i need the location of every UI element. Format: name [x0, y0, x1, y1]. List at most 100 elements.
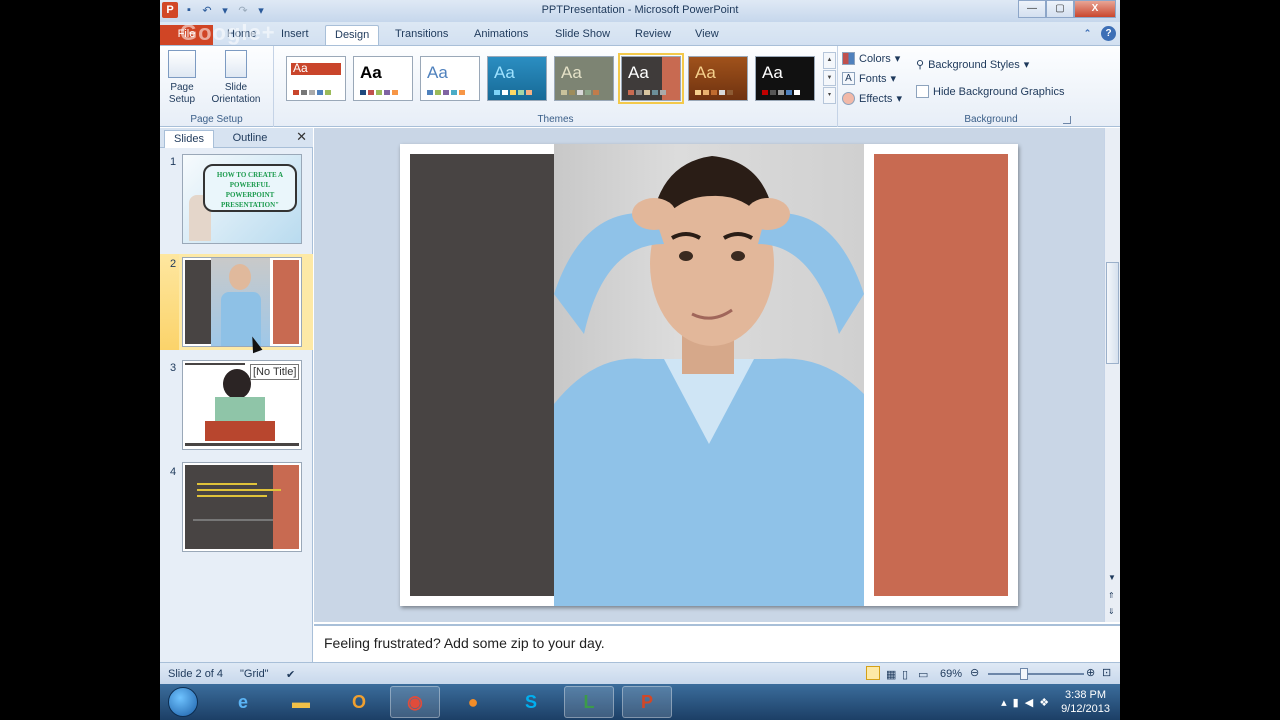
dialog-launcher-icon[interactable] [1063, 116, 1071, 124]
network-icon[interactable]: ▮ [1013, 696, 1019, 709]
tab-outline[interactable]: Outline [220, 130, 280, 148]
ribbon-tabs: File Home Insert Design Transitions Anim… [160, 20, 1120, 46]
file-explorer-icon[interactable]: ▬ [276, 686, 326, 718]
theme-brown[interactable]: Aa [688, 56, 748, 101]
effects-icon [842, 92, 855, 105]
theme-office[interactable]: Aa [286, 56, 346, 101]
time: 3:38 PM [1065, 689, 1107, 701]
effects-button[interactable]: Effects ▾ [842, 92, 902, 105]
theme-grid[interactable]: Aa [618, 53, 684, 104]
title-bar: P ▪ ↶ ▾ ↷ ▾ PPTPresentation - Microsoft … [160, 0, 1120, 22]
tab-transitions[interactable]: Transitions [386, 25, 457, 46]
windows-taskbar: e ▬ O ◉ ● S L P ▴ ▮ ◀ ❖ 3:38 PM 9/12/201… [160, 684, 1120, 720]
slide-count: Slide 2 of 4 [168, 668, 224, 680]
close-pane-icon[interactable]: ✕ [296, 129, 307, 145]
powerpoint-window: P ▪ ↶ ▾ ↷ ▾ PPTPresentation - Microsoft … [160, 0, 1120, 720]
gallery-up-icon[interactable]: ▲ [823, 52, 836, 69]
hide-background-label: Hide Background Graphics [933, 85, 1065, 98]
fonts-icon: A [842, 72, 855, 85]
slide-thumbnail-4[interactable]: 4 [160, 462, 313, 558]
page-setup-label: Page Setup [168, 82, 196, 105]
slide-photo[interactable] [554, 144, 864, 606]
reading-view-icon[interactable]: ▯ [902, 668, 908, 681]
dropbox-icon[interactable]: ❖ [1039, 696, 1049, 709]
theme-name: "Grid" [240, 668, 269, 680]
slide-orientation-button[interactable]: Slide Orientation [204, 50, 268, 106]
outlook-icon[interactable]: O [334, 686, 384, 718]
page-setup-group: Page Setup Slide Orientation Page Setup [160, 46, 274, 127]
tab-design[interactable]: Design [325, 25, 380, 46]
maximize-button[interactable]: ▢ [1046, 0, 1074, 18]
fit-to-window-icon[interactable]: ⊡ [1102, 666, 1111, 679]
theme-sample: Aa [628, 63, 649, 82]
chrome-icon[interactable]: ◉ [390, 686, 440, 718]
zoom-in-icon[interactable]: ⊕ [1086, 666, 1095, 679]
page-setup-button[interactable]: Page Setup [166, 50, 198, 106]
tab-slides[interactable]: Slides [164, 130, 214, 148]
theme-grid-light[interactable]: Aa [420, 56, 480, 101]
slide-2-preview [182, 257, 302, 347]
slide-thumbnail-2[interactable]: 2 [160, 254, 313, 350]
colors-button[interactable]: Colors ▾ [842, 52, 900, 65]
tab-view[interactable]: View [686, 25, 728, 46]
slide-number: 4 [170, 466, 177, 478]
minimize-ribbon-icon[interactable]: ⌃ [1080, 26, 1095, 41]
right-accent-panel [874, 154, 1008, 596]
close-button[interactable]: X [1074, 0, 1116, 18]
scroll-down-icon[interactable]: ▼ [1108, 573, 1116, 582]
scroll-thumb[interactable] [1106, 262, 1119, 364]
spelling-check-icon[interactable]: ✔ [286, 668, 295, 681]
paint-bucket-icon: ⚲ [916, 59, 925, 71]
current-slide[interactable] [400, 144, 1018, 606]
fonts-label: Fonts [859, 72, 887, 85]
pane-tabs: Slides Outline ✕ [160, 128, 313, 148]
theme-sample: Aa [427, 63, 448, 82]
zoom-slider[interactable] [988, 668, 1084, 680]
theme-blue[interactable]: Aa [487, 56, 547, 101]
fonts-button[interactable]: A Fonts ▾ [842, 72, 896, 85]
skype-icon[interactable]: S [506, 686, 556, 718]
vertical-scrollbar[interactable]: ▼ ⇑ ⇓ [1104, 128, 1120, 622]
slide-orientation-label: Slide Orientation [211, 82, 261, 105]
background-styles-button[interactable]: ⚲ Background Styles ▾ [916, 58, 1029, 72]
tab-insert[interactable]: Insert [272, 25, 318, 46]
next-slide-icon[interactable]: ⇓ [1108, 607, 1115, 616]
tab-review[interactable]: Review [626, 25, 680, 46]
internet-explorer-icon[interactable]: e [218, 686, 268, 718]
tab-animations[interactable]: Animations [465, 25, 537, 46]
slide-number: 1 [170, 156, 177, 168]
slide-show-icon[interactable]: ▭ [918, 668, 928, 681]
powerpoint-taskbar-icon[interactable]: P [622, 686, 672, 718]
tray-icon[interactable]: ▴ [1001, 696, 1007, 709]
theme-sample: Aa [360, 63, 382, 82]
gallery-down-icon[interactable]: ▼ [823, 69, 836, 87]
zoom-out-icon[interactable]: ⊖ [970, 666, 979, 679]
gallery-more-icon[interactable]: ▾ [823, 87, 836, 105]
firefox-icon[interactable]: ● [448, 686, 498, 718]
system-tray: ▴ ▮ ◀ ❖ 3:38 PM 9/12/2013 [1001, 684, 1120, 720]
left-dark-panel [410, 154, 554, 596]
slide-number: 3 [170, 362, 177, 374]
tab-slide-show[interactable]: Slide Show [546, 25, 619, 46]
lync-icon[interactable]: L [564, 686, 614, 718]
minimize-button[interactable]: — [1018, 0, 1046, 18]
hide-background-checkbox[interactable]: Hide Background Graphics [916, 85, 1064, 98]
zoom-knob[interactable] [1020, 668, 1028, 680]
effects-label: Effects [859, 92, 893, 105]
start-button[interactable] [168, 687, 198, 717]
volume-icon[interactable]: ◀ [1025, 696, 1033, 709]
theme-black[interactable]: Aa [755, 56, 815, 101]
notes-text[interactable]: Feeling frustrated? Add some zip to your… [324, 635, 605, 651]
theme-gray[interactable]: Aa [554, 56, 614, 101]
slide-thumbnail-1[interactable]: 1 HOW TO CREATE A POWERFUL POWERPOINT PR… [160, 152, 313, 248]
zoom-level[interactable]: 69% [940, 668, 962, 680]
notes-pane[interactable]: Feeling frustrated? Add some zip to your… [314, 624, 1120, 661]
themes-group-label: Themes [537, 114, 574, 125]
help-controls: ⌃ ? [1080, 26, 1116, 41]
help-icon[interactable]: ? [1101, 26, 1116, 41]
slide-sorter-icon[interactable]: ▦ [886, 668, 896, 681]
clock[interactable]: 3:38 PM 9/12/2013 [1061, 688, 1110, 716]
theme-office-theme[interactable]: Aa [353, 56, 413, 101]
previous-slide-icon[interactable]: ⇑ [1108, 591, 1115, 600]
normal-view-icon[interactable] [866, 666, 880, 680]
